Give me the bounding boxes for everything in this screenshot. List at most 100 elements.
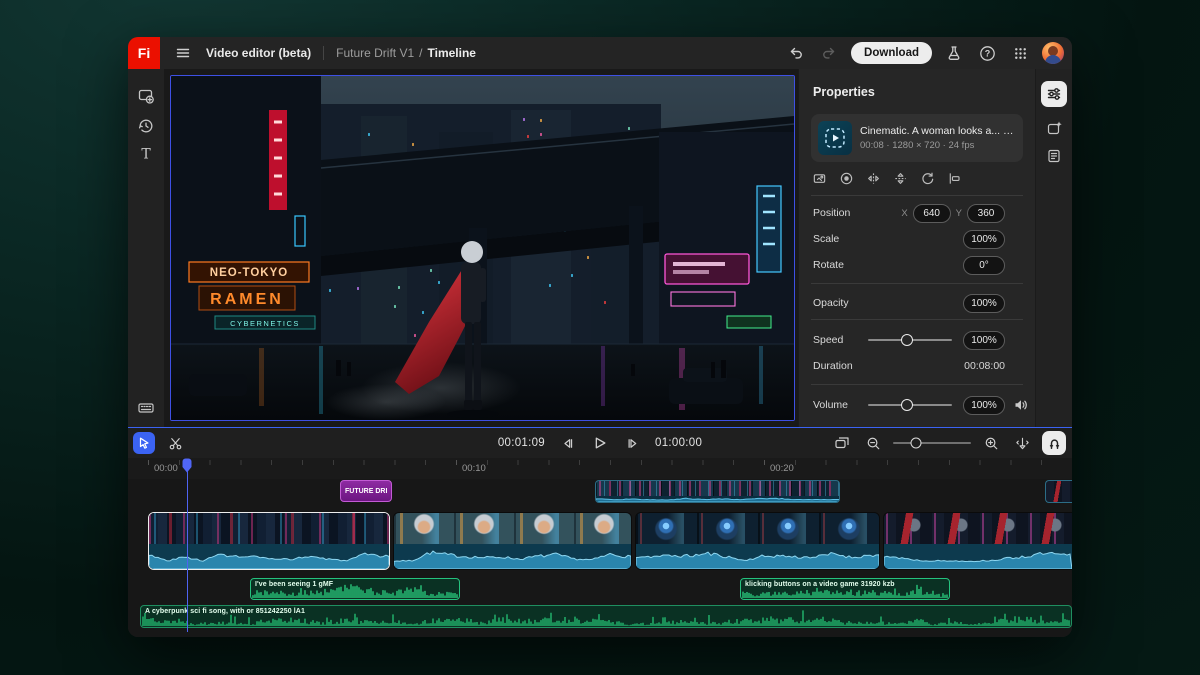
ruler-label-20: 00:20 xyxy=(770,463,794,474)
position-x-label: X xyxy=(901,208,907,219)
scale-input[interactable]: 100% xyxy=(963,230,1005,249)
dialogue-clip-label: I've been seeing 1 gMF xyxy=(255,581,333,588)
properties-tab-button[interactable] xyxy=(1041,81,1067,107)
apps-grid-icon xyxy=(1013,46,1028,61)
broll-clip-2[interactable] xyxy=(1045,480,1072,503)
playhead-line[interactable] xyxy=(187,468,189,632)
app-window: Fi Video editor (beta) Future Drift V1 /… xyxy=(128,37,1072,637)
cut-tool-button[interactable] xyxy=(164,432,186,454)
title-clip-label: FUTURE DRI xyxy=(341,488,391,495)
snapping-toggle-button[interactable] xyxy=(1042,431,1066,455)
video-clip-4[interactable] xyxy=(883,512,1072,570)
next-frame-button[interactable] xyxy=(622,432,644,454)
hamburger-menu-button[interactable] xyxy=(172,42,194,64)
clip-info: Cinematic. A woman looks a... v.ffgenvid… xyxy=(860,125,1016,151)
keyboard-shortcuts-button[interactable] xyxy=(133,395,159,421)
video-clip-1[interactable] xyxy=(148,512,390,570)
speed-input[interactable]: 100% xyxy=(963,331,1005,350)
video-clip-4-thumbnails xyxy=(884,513,1072,544)
broll-clip[interactable] xyxy=(595,480,840,503)
volume-slider[interactable] xyxy=(868,404,952,406)
music-clip[interactable]: A cyberpunk sci fi song, with or 8512422… xyxy=(140,605,1072,628)
playhead-handle[interactable] xyxy=(181,458,193,474)
properties-panel: Properties Cinematic. A woman looks a...… xyxy=(798,69,1035,427)
volume-slider-knob[interactable] xyxy=(901,399,913,411)
speed-label: Speed xyxy=(813,334,863,346)
video-clip-2[interactable] xyxy=(393,512,632,570)
generated-video-icon xyxy=(823,126,847,150)
mask-icon xyxy=(839,171,854,186)
flip-vertical-button[interactable] xyxy=(890,169,910,187)
redo-button[interactable] xyxy=(818,42,840,64)
hamburger-icon xyxy=(175,45,191,61)
zoom-out-icon xyxy=(866,436,881,451)
neon-sign-neo-tokyo: NEO-TOKYO xyxy=(210,267,288,279)
breadcrumb-project[interactable]: Future Drift V1 xyxy=(336,46,414,60)
opacity-label: Opacity xyxy=(813,297,958,309)
mask-button[interactable] xyxy=(836,169,856,187)
beta-feedback-button[interactable] xyxy=(943,42,965,64)
add-media-icon xyxy=(137,87,155,105)
video-preview[interactable]: NEO-TOKYO RAMEN CYBERNETICS xyxy=(170,75,795,421)
clip-name: Cinematic. A woman looks a... v.ffgenvid xyxy=(860,125,1016,137)
speaker-icon[interactable] xyxy=(1013,397,1029,413)
svg-text:?: ? xyxy=(984,48,990,58)
text-tool-button[interactable]: T xyxy=(133,141,159,167)
flip-horizontal-button[interactable] xyxy=(863,169,883,187)
history-button[interactable] xyxy=(133,113,159,139)
crop-button[interactable] xyxy=(809,169,829,187)
playhead-snap-tool-button[interactable] xyxy=(1011,432,1033,454)
duration-label: Duration xyxy=(813,360,959,372)
document-icon xyxy=(1046,148,1062,164)
previous-frame-icon xyxy=(560,436,575,451)
video-clip-1-thumbnails xyxy=(149,513,389,544)
selected-clip-card[interactable]: Cinematic. A woman looks a... v.ffgenvid… xyxy=(811,114,1023,162)
avatar[interactable] xyxy=(1042,42,1064,64)
rotate-row: Rotate 0° xyxy=(813,255,1005,275)
timeline-zoom-knob[interactable] xyxy=(911,438,922,449)
scissors-icon xyxy=(168,436,183,451)
properties-title: Properties xyxy=(813,85,875,99)
fit-timeline-icon xyxy=(834,435,850,451)
divider xyxy=(811,283,1023,284)
opacity-input[interactable]: 100% xyxy=(963,294,1005,313)
zoom-out-button[interactable] xyxy=(862,432,884,454)
position-x-input[interactable]: 640 xyxy=(913,204,951,223)
volume-input[interactable]: 100% xyxy=(963,396,1005,415)
timeline-view-controls xyxy=(831,428,1066,458)
rotate-input[interactable]: 0° xyxy=(963,256,1005,275)
topbar-actions: Download ? xyxy=(785,37,1064,69)
rotate-button[interactable] xyxy=(917,169,937,187)
help-button[interactable]: ? xyxy=(976,42,998,64)
select-tool-button[interactable] xyxy=(133,432,155,454)
music-clip-label: A cyberpunk sci fi song, with or 8512422… xyxy=(145,608,305,615)
svg-text:T: T xyxy=(141,147,151,163)
position-y-input[interactable]: 360 xyxy=(967,204,1005,223)
dialogue-clip[interactable]: I've been seeing 1 gMF xyxy=(250,578,460,600)
video-clip-3[interactable] xyxy=(635,512,880,570)
notes-tab-button[interactable] xyxy=(1041,143,1067,169)
speed-slider[interactable] xyxy=(868,339,952,341)
previous-frame-button[interactable] xyxy=(556,432,578,454)
sfx-clip[interactable]: klicking buttons on a video game 31920 k… xyxy=(740,578,950,600)
apps-grid-button[interactable] xyxy=(1009,42,1031,64)
crop-icon xyxy=(812,171,827,186)
play-button[interactable] xyxy=(589,432,611,454)
preview-area: NEO-TOKYO RAMEN CYBERNETICS xyxy=(164,69,798,427)
clip-thumbnail xyxy=(818,121,852,155)
fit-timeline-button[interactable] xyxy=(831,432,853,454)
topbar: Fi Video editor (beta) Future Drift V1 /… xyxy=(128,37,1072,69)
align-button[interactable] xyxy=(944,169,964,187)
download-button[interactable]: Download xyxy=(851,42,932,64)
add-media-button[interactable] xyxy=(133,83,159,109)
speed-slider-knob[interactable] xyxy=(901,334,913,346)
scale-row: Scale 100% xyxy=(813,229,1005,249)
generate-tab-button[interactable] xyxy=(1041,115,1067,141)
timeline-zoom-slider[interactable] xyxy=(893,442,971,444)
firefly-logo[interactable]: Fi xyxy=(128,37,160,69)
undo-button[interactable] xyxy=(785,42,807,64)
title-clip[interactable]: FUTURE DRI xyxy=(340,480,392,502)
timeline-ruler[interactable]: 00:00 00:10 00:20 xyxy=(128,458,1072,479)
zoom-in-button[interactable] xyxy=(980,432,1002,454)
volume-label: Volume xyxy=(813,399,863,411)
